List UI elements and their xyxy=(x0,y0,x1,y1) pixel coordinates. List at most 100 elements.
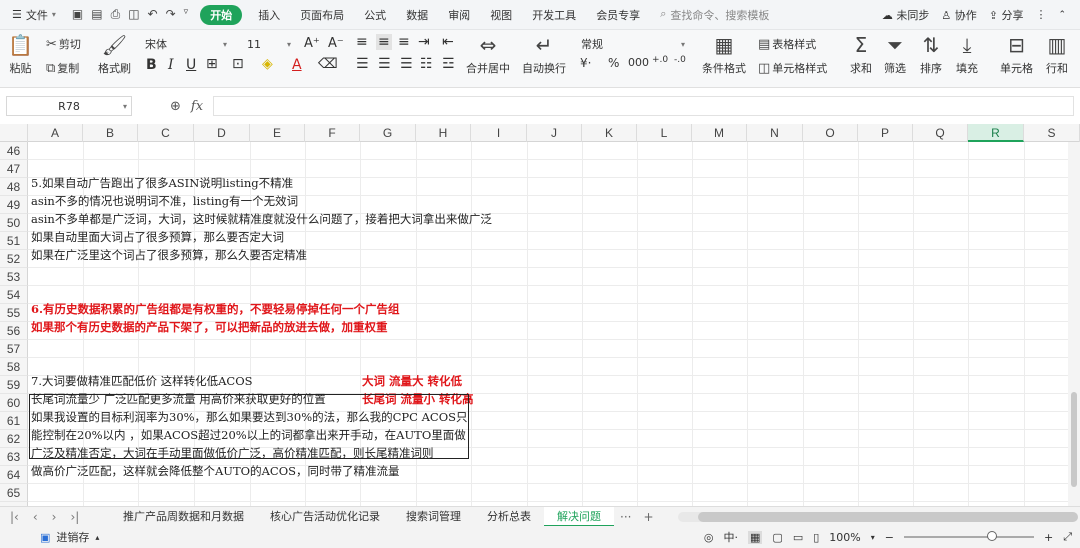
font-color-icon[interactable]: A xyxy=(292,57,302,73)
column-header[interactable]: F xyxy=(305,124,360,142)
scroll-thumb[interactable] xyxy=(697,511,1078,522)
row-header[interactable]: 54 xyxy=(0,286,28,304)
scroll-thumb[interactable] xyxy=(1071,392,1077,487)
column-header[interactable]: P xyxy=(858,124,913,142)
column-header[interactable]: O xyxy=(803,124,858,142)
tab-review[interactable]: 审阅 xyxy=(438,7,480,23)
clear-format-icon[interactable]: ⌫ xyxy=(318,56,338,72)
table-style-button[interactable]: ▤ 表格样式 xyxy=(758,36,816,52)
zoom-in-icon[interactable]: + xyxy=(1044,531,1053,544)
cell-a51[interactable]: 如果自动里面大词占了很多预算，那么要否定大词 xyxy=(31,228,284,246)
column-header[interactable]: H xyxy=(416,124,471,142)
collapse-icon[interactable]: ⌃ xyxy=(1058,10,1066,20)
row-header[interactable]: 62 xyxy=(0,430,28,448)
sheet-tab[interactable]: 搜索词管理 xyxy=(393,507,474,527)
sheet-tab[interactable]: 核心广告活动优化记录 xyxy=(257,507,393,527)
share-button[interactable]: ⇪ 分享 xyxy=(989,7,1024,23)
sheet-tab[interactable]: 分析总表 xyxy=(474,507,544,527)
page-view-icon[interactable]: ▢ xyxy=(772,531,782,544)
export-icon[interactable]: ▤ xyxy=(91,7,102,22)
fit-screen-icon[interactable]: ⤢ xyxy=(1063,530,1072,544)
increase-decimal-icon[interactable]: +.0 xyxy=(652,55,668,65)
align-center-icon[interactable]: ☰ xyxy=(378,56,391,72)
sort-button[interactable]: ⇅ 排序 xyxy=(920,35,942,76)
column-header[interactable]: B xyxy=(83,124,138,142)
row-header[interactable]: 50 xyxy=(0,214,28,232)
cell-style-button[interactable]: ◫ 单元格样式 xyxy=(758,60,827,76)
filter-button[interactable]: ⏷ 筛选 xyxy=(884,35,906,76)
row-header[interactable]: 58 xyxy=(0,358,28,376)
column-header[interactable]: N xyxy=(747,124,803,142)
sheet-tab[interactable]: 推广产品周数据和月数据 xyxy=(110,507,257,527)
outdent-icon[interactable]: ⇤ xyxy=(442,34,454,50)
column-header[interactable]: J xyxy=(527,124,582,142)
collab-button[interactable]: ♙ 协作 xyxy=(941,7,976,23)
cell-a49[interactable]: asin不多的情况也说明词不准，listing有一个无效词 xyxy=(31,192,298,210)
increase-font-icon[interactable]: A⁺ xyxy=(304,36,320,51)
cell-a55[interactable]: 6.有历史数据积累的广告组都是有权重的，不要轻易停掉任何一个广告组 xyxy=(31,300,400,318)
fx-icon[interactable]: fx xyxy=(191,99,203,114)
column-header[interactable]: K xyxy=(582,124,637,142)
unsync-button[interactable]: ☁ 未同步 xyxy=(882,7,930,23)
cell-a56[interactable]: 如果那个有历史数据的产品下架了，可以把新品的放进去做，加重权重 xyxy=(31,318,388,336)
eye-icon[interactable]: ◎ xyxy=(704,531,714,544)
vertical-scrollbar[interactable] xyxy=(1068,142,1080,506)
tab-developer[interactable]: 开发工具 xyxy=(522,7,586,23)
indent-icon[interactable]: ⇥ xyxy=(418,34,430,50)
merge-center-button[interactable]: ⇔ 合并居中 xyxy=(466,35,510,76)
tab-view[interactable]: 视图 xyxy=(480,7,522,23)
align-left-icon[interactable]: ☰ xyxy=(356,56,369,72)
distributed-icon[interactable]: ☲ xyxy=(442,56,455,72)
fill-button[interactable]: ⤓ 填充 xyxy=(956,35,978,76)
conditional-format-button[interactable]: ▦ 条件格式 xyxy=(702,35,746,76)
font-name-select[interactable]: 宋体 ▾ xyxy=(140,35,232,53)
row-col-button[interactable]: ▥ 行和 xyxy=(1046,35,1068,76)
row-header[interactable]: 55 xyxy=(0,304,28,322)
spreadsheet-grid[interactable]: ABCDEFGHIJKLMNOPQRS 46 47 48 49 50 51 52 53 54 55… xyxy=(0,124,1080,506)
row-header[interactable]: 51 xyxy=(0,232,28,250)
cut-button[interactable]: ✂ 剪切 xyxy=(46,36,81,52)
row-header[interactable]: 59 xyxy=(0,376,28,394)
more-dropdown-icon[interactable]: ▿ xyxy=(184,7,189,22)
copy-button[interactable]: ⧉ 复制 xyxy=(46,60,79,76)
cell-button[interactable]: ⊟ 单元格 xyxy=(1000,35,1033,76)
zoom-lookup-icon[interactable]: ⊕ xyxy=(170,99,181,114)
number-format-select[interactable]: 常规 ▾ xyxy=(576,35,690,53)
justify-icon[interactable]: ☷ xyxy=(420,56,433,72)
next-sheet-icon[interactable]: › xyxy=(52,510,57,524)
wrap-text-button[interactable]: ↵ 自动换行 xyxy=(522,35,566,76)
tab-data[interactable]: 数据 xyxy=(396,7,438,23)
prev-sheet-icon[interactable]: ‹ xyxy=(33,510,38,524)
cell-a52[interactable]: 如果在广泛里这个词占了很多预算，那么久要否定精准 xyxy=(31,246,307,264)
align-top-icon[interactable]: ≡ xyxy=(356,34,368,50)
chevron-up-icon[interactable]: ▴ xyxy=(95,533,99,542)
cell-a60[interactable]: 7.大词要做精准匹配低价 这样转化低ACOS xyxy=(31,372,253,390)
row-header[interactable]: 48 xyxy=(0,178,28,196)
more-icon[interactable]: ⋮ xyxy=(1035,8,1046,21)
select-all-corner[interactable] xyxy=(0,124,28,142)
cell-a63[interactable]: 能控制在20%以内 ，如果ACOS超过20%以上的词都拿出来开手动，在AUTO里… xyxy=(31,426,466,444)
cell-a65[interactable]: 做高价广泛匹配，这样就会降低整个AUTO的ACOS，同时带了精准流量 xyxy=(31,462,400,480)
row-header[interactable]: 61 xyxy=(0,412,28,430)
horizontal-scrollbar[interactable] xyxy=(677,511,1078,522)
bold-icon[interactable]: B xyxy=(146,57,157,73)
row-header[interactable]: 56 xyxy=(0,322,28,340)
print-icon[interactable]: ⎙ xyxy=(111,7,121,22)
zoom-level[interactable]: 100% xyxy=(829,531,860,544)
sum-button[interactable]: Σ 求和 xyxy=(850,35,872,76)
align-bottom-icon[interactable]: ≡ xyxy=(398,34,410,50)
thousands-icon[interactable]: 000 xyxy=(628,56,649,69)
format-painter-button[interactable]: 🖌 格式刷 xyxy=(98,35,131,76)
first-sheet-icon[interactable]: |‹ xyxy=(10,510,19,524)
column-header[interactable]: D xyxy=(194,124,250,142)
tab-insert[interactable]: 插入 xyxy=(248,7,290,23)
tab-start[interactable]: 开始 xyxy=(200,4,243,25)
language-icon[interactable]: 中· xyxy=(724,529,739,545)
column-header[interactable]: A xyxy=(28,124,83,142)
decrease-decimal-icon[interactable]: -.0 xyxy=(674,55,686,65)
row-header[interactable]: 60 xyxy=(0,394,28,412)
tab-page-layout[interactable]: 页面布局 xyxy=(290,7,354,23)
column-header[interactable]: S xyxy=(1024,124,1080,142)
currency-icon[interactable]: ¥· xyxy=(580,56,591,70)
row-header[interactable]: 65 xyxy=(0,484,28,502)
